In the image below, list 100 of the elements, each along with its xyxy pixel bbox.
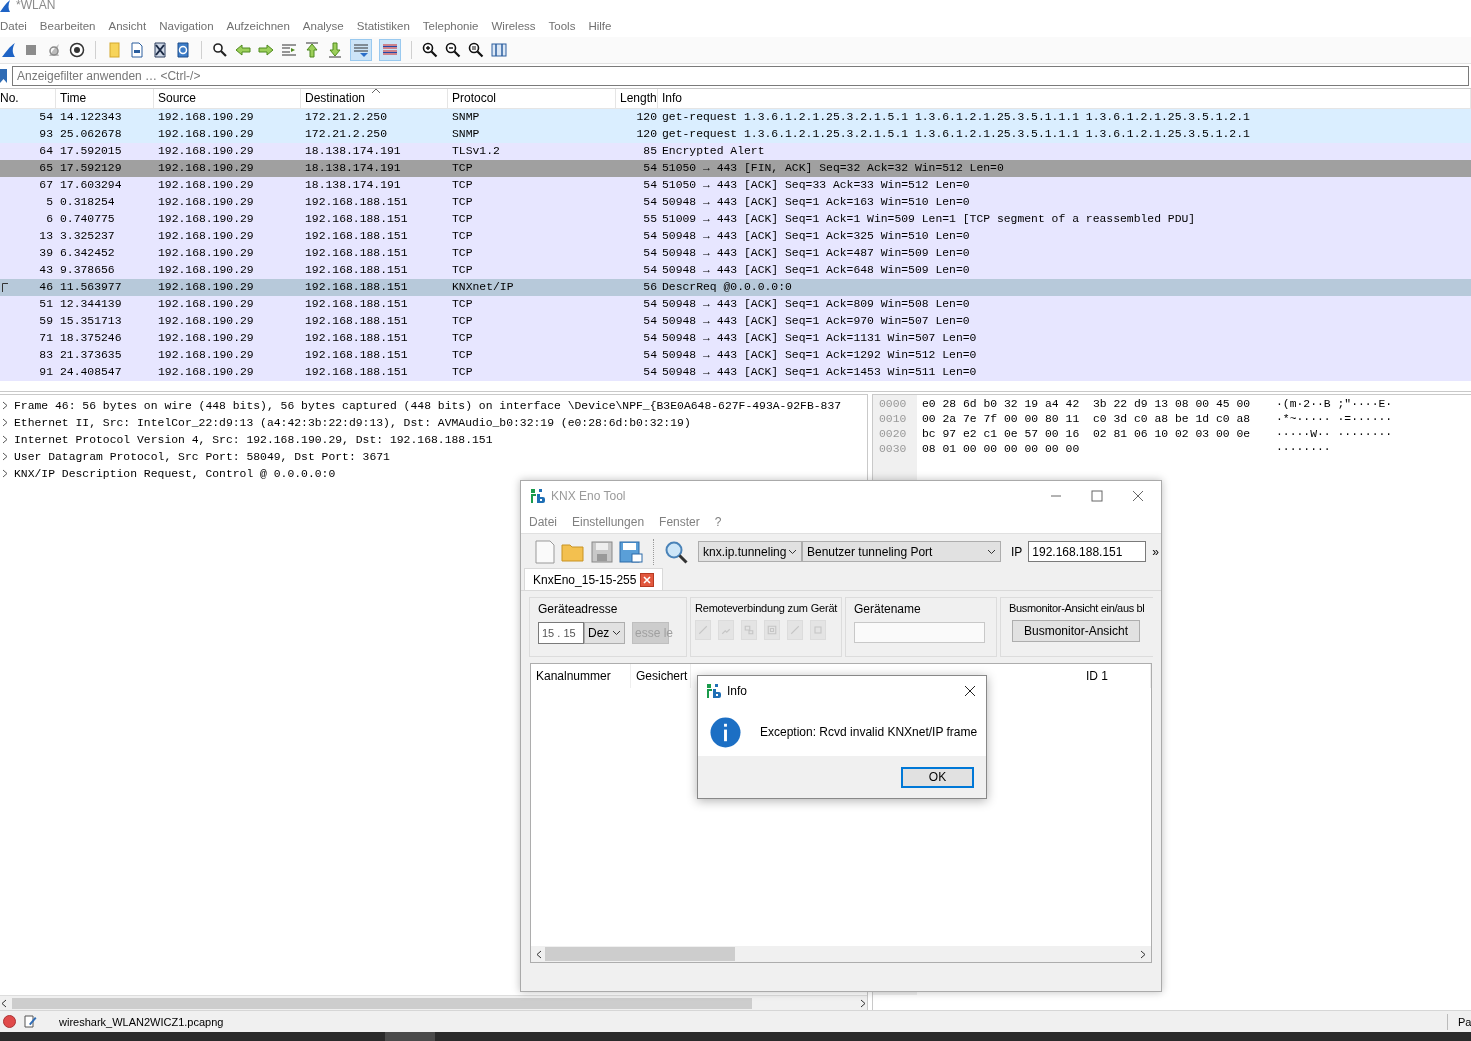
menu-item[interactable]: Telephonie bbox=[422, 20, 479, 33]
autoscroll-button[interactable] bbox=[350, 38, 372, 61]
packet-cell: 54 bbox=[643, 349, 657, 362]
zoom-reset-icon[interactable] bbox=[468, 41, 484, 58]
jump-icon[interactable] bbox=[281, 41, 297, 58]
scroll-left-icon[interactable] bbox=[0, 998, 8, 1008]
menu-item[interactable]: Datei bbox=[529, 515, 557, 529]
address-field[interactable]: 15 . 15 bbox=[538, 622, 584, 644]
arrow-up-icon[interactable] bbox=[304, 41, 320, 58]
resize-columns-icon[interactable] bbox=[491, 41, 507, 58]
arrow-right-icon[interactable] bbox=[258, 41, 274, 58]
edit-icon[interactable] bbox=[24, 1015, 37, 1028]
column-header[interactable]: Length bbox=[620, 91, 657, 106]
bookmark-icon[interactable] bbox=[0, 67, 8, 84]
format-dropdown[interactable]: Dez bbox=[584, 622, 625, 644]
shark-fin-icon[interactable] bbox=[0, 41, 16, 58]
detail-line[interactable]: Internet Protocol Version 4, Src: 192.168.190.29, Dst: 192.168.188.151 bbox=[14, 433, 493, 446]
scroll-left-icon[interactable] bbox=[535, 949, 543, 959]
arrow-left-icon[interactable] bbox=[235, 41, 251, 58]
packet-cell: 120 bbox=[636, 111, 657, 124]
chevron-icon[interactable] bbox=[2, 469, 8, 479]
tool-icon bbox=[766, 624, 778, 636]
packet-cell: 18.138.174.191 bbox=[305, 162, 401, 175]
zoom-out-icon[interactable] bbox=[445, 41, 461, 58]
menu-item[interactable]: ? bbox=[714, 515, 722, 529]
packet-cell: 192.168.190.29 bbox=[158, 298, 254, 311]
menu-item[interactable]: Tools bbox=[548, 20, 576, 33]
packet-cell: 192.168.188.151 bbox=[305, 264, 408, 277]
ip-field[interactable]: 192.168.188.151 bbox=[1028, 541, 1147, 562]
group-title: Remoteverbindung zum Gerät bbox=[695, 602, 837, 614]
group-title: Busmonitor-Ansicht ein/aus bl bbox=[1009, 602, 1146, 614]
menu-item[interactable]: Bearbeiten bbox=[39, 20, 96, 33]
chevron-icon[interactable] bbox=[2, 401, 8, 411]
column-header[interactable]: Time bbox=[60, 91, 87, 106]
column-header[interactable]: Destination bbox=[305, 91, 366, 106]
reload-icon[interactable] bbox=[175, 41, 191, 58]
scrollbar-thumb[interactable] bbox=[545, 947, 735, 961]
restart-icon[interactable] bbox=[46, 41, 62, 58]
scroll-right-icon[interactable] bbox=[859, 998, 867, 1008]
horizontal-scrollbar[interactable] bbox=[0, 995, 867, 1010]
column-header[interactable]: No. bbox=[0, 91, 19, 106]
menu-item[interactable]: Ansicht bbox=[108, 20, 147, 33]
zoom-in-icon[interactable] bbox=[422, 41, 438, 58]
port-dropdown[interactable]: Benutzer tunneling Port bbox=[802, 541, 1001, 562]
save-as-icon[interactable] bbox=[619, 540, 643, 563]
packet-cell: 85 bbox=[643, 145, 657, 158]
connection-dropdown[interactable]: knx.ip.tunneling bbox=[698, 541, 802, 562]
packet-cell: 25.062678 bbox=[60, 128, 122, 141]
menu-item[interactable]: Hilfe bbox=[588, 20, 612, 33]
packet-cell: 5 bbox=[46, 196, 53, 209]
arrow-down-icon[interactable] bbox=[327, 41, 343, 58]
device-name-field[interactable] bbox=[854, 622, 985, 643]
gear-icon[interactable] bbox=[69, 41, 85, 58]
tool-icon bbox=[697, 624, 709, 636]
menu-item[interactable]: Statistiken bbox=[356, 20, 410, 33]
detail-line[interactable]: Frame 46: 56 bytes on wire (448 bits), 56 bytes captured (448 bits) on interface \Device\NPF_{B3E0A648-627F-493A-92FB-837 bbox=[14, 399, 842, 412]
file-icon[interactable] bbox=[129, 41, 145, 58]
detail-line[interactable]: Ethernet II, Src: IntelCor_22:d9:13 (a4:42:3b:22:d9:13), Dst: AVMAudio_b0:32:19 (e0:28:6d:b0:32:19) bbox=[14, 416, 691, 429]
menu-item[interactable]: Analyse bbox=[302, 20, 344, 33]
search-icon[interactable] bbox=[212, 41, 228, 58]
packet-cell: TCP bbox=[452, 213, 473, 226]
close-file-icon[interactable] bbox=[152, 41, 168, 58]
column-header[interactable]: Source bbox=[158, 91, 197, 106]
scroll-right-icon[interactable] bbox=[1139, 949, 1147, 959]
packet-cell: 18.138.174.191 bbox=[305, 145, 401, 158]
window-title: *WLAN bbox=[16, 0, 56, 11]
packet-cell: TCP bbox=[452, 264, 473, 277]
colorize-button[interactable] bbox=[379, 38, 401, 61]
filter-field[interactable]: Anzeigefilter anwenden … <Ctrl-/> bbox=[12, 65, 1469, 86]
column-header[interactable]: Info bbox=[662, 91, 682, 106]
menu-item[interactable]: Navigation bbox=[159, 20, 214, 33]
chevron-icon[interactable] bbox=[2, 452, 8, 462]
chevron-icon[interactable] bbox=[2, 435, 8, 445]
busmonitor-button[interactable]: Busmonitor-Ansicht bbox=[1012, 620, 1140, 642]
packet-cell: 192.168.190.29 bbox=[158, 111, 254, 124]
byte-offset: 0000 bbox=[878, 398, 908, 413]
detail-line[interactable]: KNX/IP Description Request, Control @ 0.0.0.0:0 bbox=[14, 467, 336, 480]
close-icon[interactable] bbox=[964, 685, 976, 697]
caret-icon bbox=[987, 548, 996, 555]
menu-item[interactable]: Einstellungen bbox=[572, 515, 645, 529]
save-icon[interactable] bbox=[591, 540, 613, 563]
scrollbar-thumb[interactable] bbox=[12, 997, 752, 1009]
column-header[interactable]: Kanalnummer bbox=[531, 664, 631, 688]
maximize-icon[interactable] bbox=[1091, 490, 1103, 502]
column-header[interactable]: Gesichert bbox=[631, 664, 691, 688]
horizontal-scrollbar[interactable] bbox=[531, 946, 1151, 962]
packet-cell: 192.168.190.29 bbox=[158, 349, 254, 362]
search-icon[interactable] bbox=[664, 539, 688, 564]
menu-item[interactable]: Datei bbox=[0, 20, 27, 33]
document-tab[interactable]: KnxEno_15-15-255 bbox=[524, 568, 664, 590]
chevron-icon[interactable] bbox=[2, 418, 8, 428]
overflow-button[interactable]: » bbox=[1152, 544, 1160, 559]
ok-button[interactable]: OK bbox=[901, 766, 974, 788]
detail-line[interactable]: User Datagram Protocol, Src Port: 58049, Dst Port: 3671 bbox=[14, 450, 390, 463]
menu-item[interactable]: Wireless bbox=[491, 20, 536, 33]
column-header[interactable]: Protocol bbox=[452, 91, 497, 106]
column-header[interactable]: ID 1 bbox=[1081, 664, 1151, 688]
menu-item[interactable]: Aufzeichnen bbox=[226, 20, 290, 33]
menu-item[interactable]: Fenster bbox=[659, 515, 700, 529]
status-icon bbox=[3, 1015, 16, 1028]
